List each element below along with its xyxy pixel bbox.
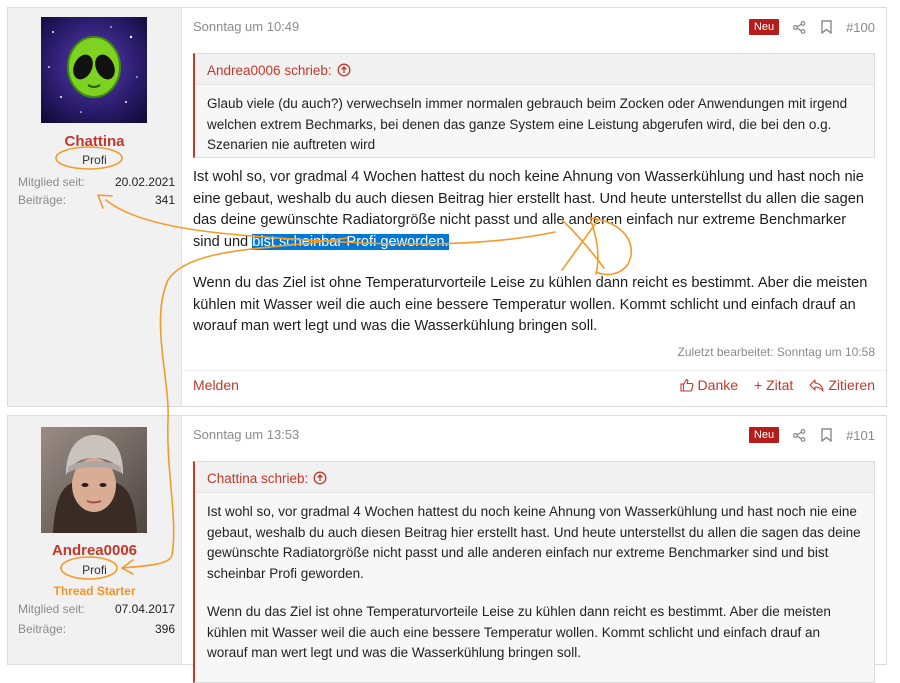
member-since-row: Mitglied seit: 07.04.2017 <box>18 602 175 616</box>
quote-header[interactable]: Andrea0006 schrieb: <box>195 54 874 85</box>
quote-paragraph: Glaub viele (du auch?) verwechseln immer… <box>207 96 848 152</box>
avatar[interactable] <box>41 427 147 533</box>
selected-text[interactable]: bist scheinbar Profi geworden. <box>252 233 449 250</box>
post-number[interactable]: #101 <box>846 428 875 443</box>
message-column: Sonntag um 13:53 Neu #101 Chattina schri… <box>182 416 886 683</box>
like-button[interactable]: Danke <box>679 377 739 393</box>
quote-header[interactable]: Chattina schrieb: <box>195 462 874 493</box>
post-date[interactable]: Sonntag um 13:53 <box>193 427 299 442</box>
post-count-row: Beiträge: 396 <box>18 622 175 636</box>
quote-label: + Zitat <box>754 377 794 393</box>
quote-content: Ist wohl so, vor gradmal 4 Wochen hattes… <box>195 493 874 664</box>
share-icon[interactable] <box>792 428 806 442</box>
user-sidebar: Andrea0006 Profi Thread Starter Mitglied… <box>8 416 182 664</box>
reply-label: Zitieren <box>828 377 875 393</box>
body-paragraph: Wenn du das Ziel ist ohne Temperaturvort… <box>193 275 868 334</box>
post-count-value: 341 <box>154 193 175 207</box>
report-button[interactable]: Melden <box>193 377 239 393</box>
thumbs-up-icon <box>679 378 693 392</box>
post-count-label: Beiträge: <box>18 622 67 636</box>
quote-content: Glaub viele (du auch?) verwechseln immer… <box>195 85 874 156</box>
thread-starter-badge: Thread Starter <box>53 584 136 598</box>
username[interactable]: Andrea0006 <box>8 542 181 559</box>
post-actions: Melden Danke + Zitat Zitieren <box>182 370 886 407</box>
user-title: Profi <box>82 153 107 167</box>
post-date[interactable]: Sonntag um 10:49 <box>193 19 299 34</box>
message-column: Sonntag um 10:49 Neu #100 Andrea0006 sch… <box>182 8 886 406</box>
bookmark-icon[interactable] <box>819 20 833 34</box>
member-since-value: 20.02.2021 <box>114 175 175 189</box>
user-title: Profi <box>82 563 107 577</box>
post-100: Chattina Profi Mitglied seit: 20.02.2021… <box>7 7 887 407</box>
body-paragraph: Ist wohl so, vor gradmal 4 Wochen hattes… <box>193 167 876 253</box>
post-count-row: Beiträge: 341 <box>18 193 175 207</box>
post-count-value: 396 <box>154 622 175 636</box>
new-badge: Neu <box>748 19 780 35</box>
quote-button[interactable]: + Zitat <box>754 377 793 393</box>
quote-paragraph: Wenn du das Ziel ist ohne Temperaturvort… <box>207 604 831 660</box>
user-photo-icon <box>41 427 147 533</box>
post-number[interactable]: #100 <box>846 20 875 35</box>
share-icon[interactable] <box>792 20 806 34</box>
post-meta: Neu #100 <box>748 17 875 37</box>
post-count-label: Beiträge: <box>18 193 67 207</box>
quote-block: Andrea0006 schrieb: Glaub viele (du auch… <box>193 53 875 158</box>
reaction-actions: Danke + Zitat Zitieren <box>679 377 875 393</box>
reply-button[interactable]: Zitieren <box>809 377 875 393</box>
arrow-up-circle-icon[interactable] <box>313 471 327 485</box>
post-meta: Neu #101 <box>748 425 875 445</box>
annotation-text: xD <box>0 0 2 1</box>
last-edited: Zuletzt bearbeitet: Sonntag um 10:58 <box>677 345 875 359</box>
member-since-value: 07.04.2017 <box>114 602 175 616</box>
bookmark-icon[interactable] <box>819 428 833 442</box>
avatar[interactable] <box>41 17 147 123</box>
member-since-label: Mitglied seit: <box>18 175 85 189</box>
post-101: Andrea0006 Profi Thread Starter Mitglied… <box>7 415 887 683</box>
like-label: Danke <box>697 377 739 393</box>
alien-avatar-icon <box>41 17 147 123</box>
member-since-row: Mitglied seit: 20.02.2021 <box>18 175 175 189</box>
username[interactable]: Chattina <box>8 133 181 150</box>
quote-block: Chattina schrieb: Ist wohl so, vor gradm… <box>193 461 875 683</box>
new-badge: Neu <box>748 427 780 443</box>
post-body: Ist wohl so, vor gradmal 4 Wochen hattes… <box>193 167 876 338</box>
quote-author[interactable]: Andrea0006 schrieb: <box>207 63 332 78</box>
user-sidebar: Chattina Profi Mitglied seit: 20.02.2021… <box>8 8 182 406</box>
quote-author[interactable]: Chattina schrieb: <box>207 471 308 486</box>
member-since-label: Mitglied seit: <box>18 602 85 616</box>
arrow-up-circle-icon[interactable] <box>337 63 351 77</box>
reply-icon <box>809 378 824 392</box>
quote-paragraph: Ist wohl so, vor gradmal 4 Wochen hattes… <box>207 504 861 581</box>
